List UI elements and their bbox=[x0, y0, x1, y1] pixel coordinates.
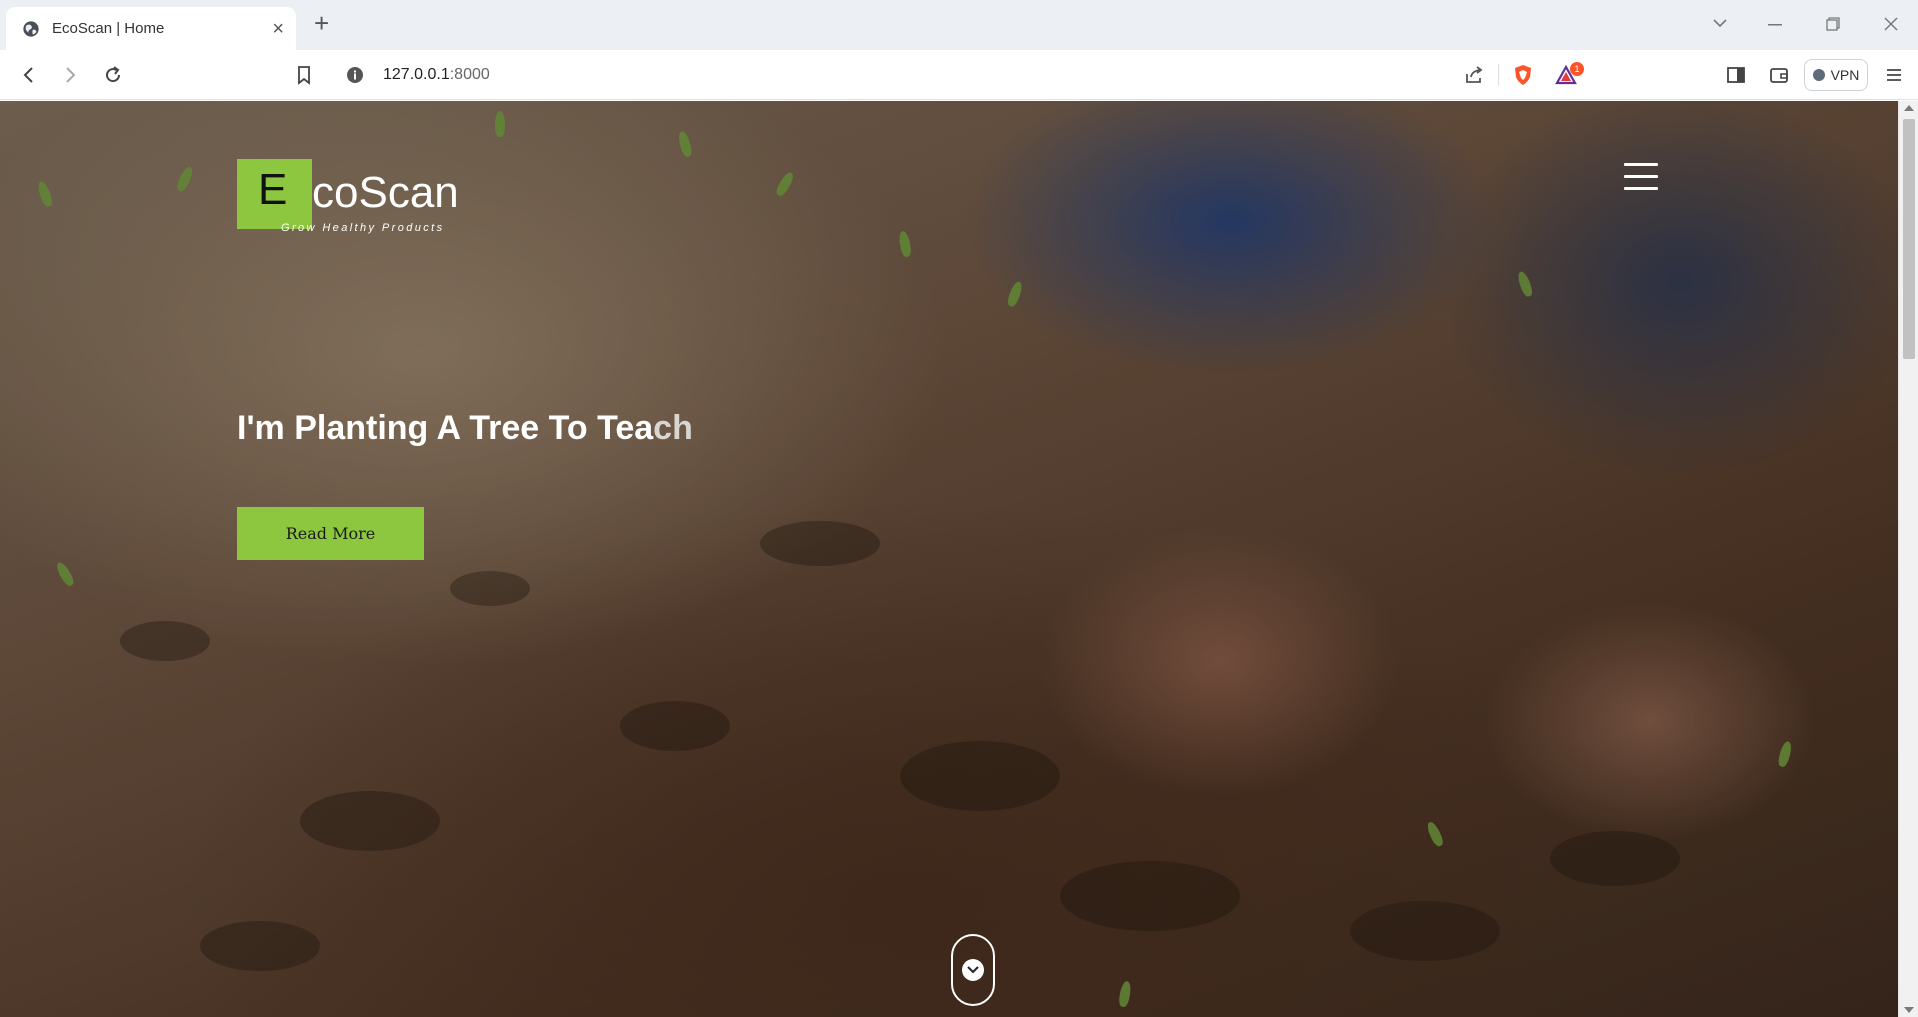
vpn-button[interactable]: VPN bbox=[1804, 59, 1868, 91]
back-icon[interactable] bbox=[17, 63, 41, 87]
url-port: :8000 bbox=[449, 66, 490, 83]
browser-toolbar: 127.0.0.1:8000 1 VPN bbox=[0, 50, 1918, 100]
reload-icon[interactable] bbox=[101, 63, 125, 87]
brave-shields-icon[interactable] bbox=[1511, 63, 1535, 87]
bookmark-icon[interactable] bbox=[292, 63, 316, 87]
toolbar-divider bbox=[1498, 64, 1499, 86]
main-menu-icon[interactable] bbox=[1882, 63, 1906, 87]
page-scrollbar[interactable] bbox=[1898, 101, 1918, 1017]
hero-section: E coScan Grow Healthy Products I'm Plant… bbox=[0, 101, 1898, 1017]
hamburger-menu-icon[interactable] bbox=[1624, 163, 1658, 193]
scrollbar-thumb[interactable] bbox=[1903, 119, 1915, 359]
close-window-icon[interactable] bbox=[1884, 17, 1898, 31]
wallet-icon[interactable] bbox=[1767, 63, 1791, 87]
headline-typing-tail: ch bbox=[653, 409, 693, 447]
new-tab-button[interactable]: + bbox=[314, 10, 329, 36]
scroll-up-arrow-icon[interactable] bbox=[1904, 105, 1914, 111]
tab-strip: EcoScan | Home × + bbox=[0, 0, 1918, 50]
logo-letter: E bbox=[258, 165, 288, 214]
sidebar-toggle-icon[interactable] bbox=[1724, 63, 1748, 87]
close-tab-icon[interactable]: × bbox=[272, 19, 284, 39]
scroll-down-arrow-icon[interactable] bbox=[1904, 1007, 1914, 1013]
hero-headline: I'm Planting A Tree To Teach bbox=[237, 409, 693, 448]
share-icon[interactable] bbox=[1462, 63, 1486, 87]
restore-icon[interactable] bbox=[1826, 17, 1840, 31]
logo-tagline: Grow Healthy Products bbox=[281, 222, 445, 234]
rewards-badge: 1 bbox=[1570, 62, 1584, 76]
forward-icon[interactable] bbox=[58, 63, 82, 87]
scroll-down-button[interactable] bbox=[951, 934, 995, 1006]
tab-search-chevron-icon[interactable] bbox=[1712, 18, 1728, 28]
tab-active[interactable]: EcoScan | Home × bbox=[6, 7, 296, 50]
vpn-status-icon bbox=[1812, 69, 1825, 81]
address-bar[interactable]: 127.0.0.1:8000 bbox=[333, 56, 1588, 94]
url-text: 127.0.0.1:8000 bbox=[383, 66, 490, 84]
site-info-icon[interactable] bbox=[345, 65, 365, 85]
headline-text: I'm Planting A Tree To Tea bbox=[237, 409, 654, 447]
chevron-down-icon bbox=[962, 959, 984, 981]
page-viewport: E coScan Grow Healthy Products I'm Plant… bbox=[0, 101, 1918, 1017]
logo-wordmark: coScan bbox=[312, 168, 459, 217]
read-more-button[interactable]: Read More bbox=[237, 507, 424, 560]
globe-icon bbox=[23, 20, 39, 37]
vpn-label: VPN bbox=[1830, 67, 1860, 83]
tab-title: EcoScan | Home bbox=[52, 20, 165, 37]
url-host: 127.0.0.1 bbox=[383, 66, 450, 83]
minimize-icon[interactable] bbox=[1768, 24, 1782, 26]
